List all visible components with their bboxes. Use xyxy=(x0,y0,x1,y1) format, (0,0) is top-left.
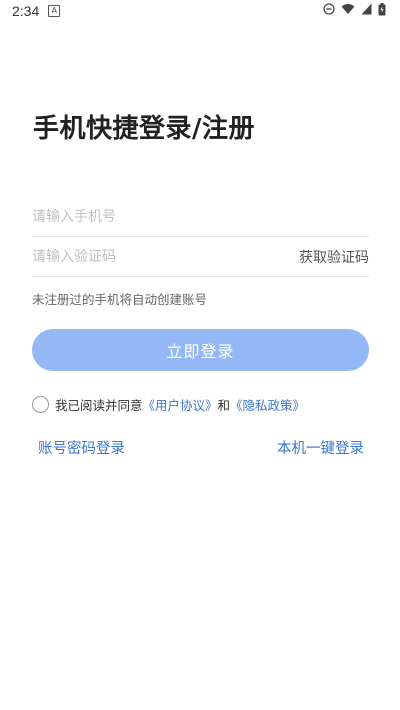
wifi-icon xyxy=(341,3,355,19)
get-code-button[interactable]: 获取验证码 xyxy=(299,247,369,267)
battery-icon xyxy=(378,2,386,20)
agreement-and: 和 xyxy=(217,398,231,413)
signal-icon xyxy=(361,3,372,19)
agreement-prefix: 我已阅读并同意 xyxy=(55,398,143,413)
verification-code-field: 获取验证码 xyxy=(32,237,369,277)
auto-register-hint: 未注册过的手机将自动创建账号 xyxy=(32,292,208,307)
privacy-policy-link[interactable]: 《隐私政策》 xyxy=(230,395,305,414)
user-agreement-link[interactable]: 《用户协议》 xyxy=(143,395,218,414)
verification-code-input[interactable] xyxy=(32,248,252,265)
app-notification-icon: A xyxy=(48,5,61,17)
agreement-checkbox[interactable] xyxy=(32,396,49,413)
do-not-disturb-icon xyxy=(323,3,335,19)
phone-field xyxy=(32,197,369,237)
one-click-login-link[interactable]: 本机一键登录 xyxy=(277,437,364,458)
agreement-row: 我已阅读并同意 《用户协议》 和 《隐私政策》 xyxy=(32,395,305,414)
password-login-link[interactable]: 账号密码登录 xyxy=(38,437,125,458)
status-bar: 2:34 A xyxy=(0,0,400,22)
login-button[interactable]: 立即登录 xyxy=(32,329,369,371)
phone-input[interactable] xyxy=(32,208,252,225)
alternate-login-row: 账号密码登录 本机一键登录 xyxy=(38,437,364,458)
status-time: 2:34 xyxy=(12,3,40,19)
page-title: 手机快捷登录/注册 xyxy=(33,114,255,144)
